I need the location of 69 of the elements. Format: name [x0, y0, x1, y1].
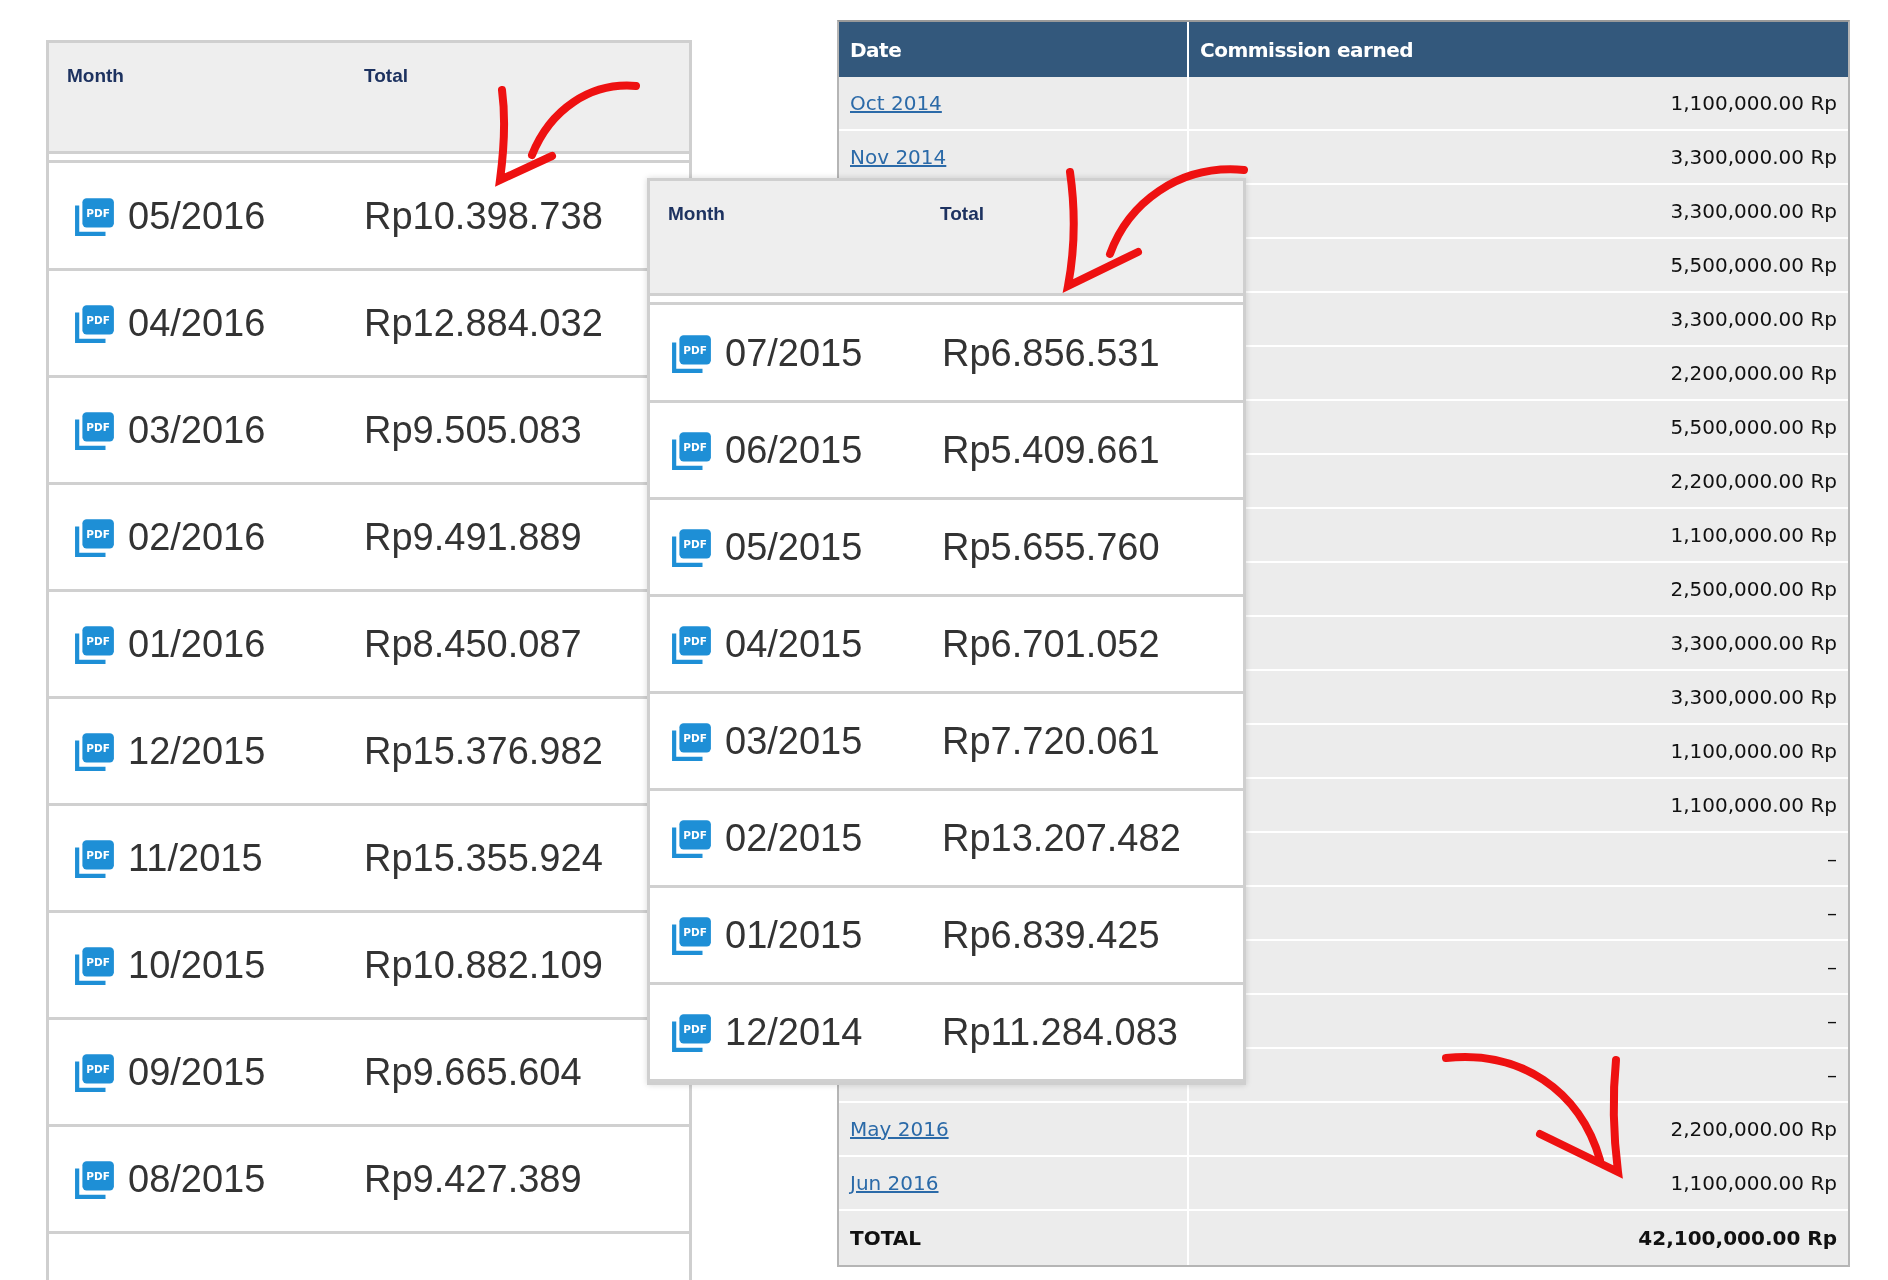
month-text[interactable]: 05/2016 [128, 194, 364, 238]
column-header: Total [940, 203, 984, 225]
column-header: Date [839, 22, 1189, 77]
table-cell: 3,300,000.00 Rp [1670, 307, 1837, 331]
total-text: Rp11.284.083 [942, 1010, 1178, 1054]
month-text[interactable]: 01/2015 [725, 913, 942, 957]
total-text: Rp9.427.389 [364, 1157, 582, 1201]
table-cell: 1,100,000.00 Rp [1670, 523, 1837, 547]
month-text[interactable]: 05/2015 [725, 525, 942, 569]
table-cell: – [1827, 847, 1837, 871]
table-cell: 5,500,000.00 Rp [1670, 253, 1837, 277]
total-text: Rp10.398.738 [364, 194, 603, 238]
table-cell: 3,300,000.00 Rp [1670, 145, 1837, 169]
date-link[interactable]: Jun 2016 [850, 1171, 939, 1195]
month-text[interactable]: 09/2015 [128, 1050, 364, 1094]
column-header: Month [668, 203, 725, 225]
table-cell: 3,300,000.00 Rp [1670, 685, 1837, 709]
column-header: Month [67, 65, 124, 87]
table-cell: – [1827, 1009, 1837, 1033]
total-text: Rp9.505.083 [364, 408, 582, 452]
table-cell: – [1827, 955, 1837, 979]
date-link[interactable]: May 2016 [850, 1117, 949, 1141]
month-text[interactable]: 03/2016 [128, 408, 364, 452]
table-cell: 1,100,000.00 Rp [1670, 91, 1837, 115]
table-cell: – [1827, 901, 1837, 925]
column-header: Commission earned [1199, 36, 1415, 64]
total-label: TOTAL [850, 1226, 921, 1250]
total-text: Rp13.207.482 [942, 816, 1181, 860]
month-text[interactable]: 06/2015 [725, 428, 942, 472]
table-cell: 2,200,000.00 Rp [1670, 361, 1837, 385]
total-amount: 42,100,000.00 Rp [1638, 1226, 1837, 1250]
date-link[interactable]: Oct 2014 [850, 91, 942, 115]
total-text: Rp6.839.425 [942, 913, 1160, 957]
total-text: Rp5.655.760 [942, 525, 1160, 569]
month-text[interactable]: 04/2016 [128, 301, 364, 345]
month-text[interactable]: 08/2015 [128, 1157, 364, 1201]
column-header: Total [364, 65, 408, 87]
month-text[interactable]: 07/2015 [725, 331, 942, 375]
month-text[interactable]: 01/2016 [128, 622, 364, 666]
month-text[interactable]: 11/2015 [128, 836, 364, 880]
date-link[interactable]: Nov 2014 [850, 145, 947, 169]
total-text: Rp6.856.531 [942, 331, 1160, 375]
table-cell: 3,300,000.00 Rp [1670, 199, 1837, 223]
total-text: Rp10.882.109 [364, 943, 603, 987]
month-text[interactable]: 10/2015 [128, 943, 364, 987]
total-text: Rp12.884.032 [364, 301, 603, 345]
table-cell: 1,100,000.00 Rp [1670, 793, 1837, 817]
total-text: Rp5.409.661 [942, 428, 1160, 472]
table-cell: 2,200,000.00 Rp [1670, 469, 1837, 493]
total-text: Rp9.491.889 [364, 515, 582, 559]
total-text: Rp15.355.924 [364, 836, 603, 880]
month-text[interactable]: 02/2016 [128, 515, 364, 559]
table-cell: – [1827, 1063, 1837, 1087]
month-text[interactable]: 12/2015 [128, 729, 364, 773]
month-text[interactable]: 04/2015 [725, 622, 942, 666]
table-cell: 2,200,000.00 Rp [1670, 1117, 1837, 1141]
table-cell: 1,100,000.00 Rp [1670, 739, 1837, 763]
month-text[interactable]: 03/2015 [725, 719, 942, 763]
month-text[interactable]: 12/2014 [725, 1010, 942, 1054]
total-text: Rp6.701.052 [942, 622, 1160, 666]
total-text: Rp8.450.087 [364, 622, 582, 666]
table-cell: 2,500,000.00 Rp [1670, 577, 1837, 601]
month-text[interactable]: 02/2015 [725, 816, 942, 860]
total-text: Rp15.376.982 [364, 729, 603, 773]
total-text: Rp9.665.604 [364, 1050, 582, 1094]
table-cell: 5,500,000.00 Rp [1670, 415, 1837, 439]
table-cell: 1,100,000.00 Rp [1670, 1171, 1837, 1195]
table-cell: 3,300,000.00 Rp [1670, 631, 1837, 655]
total-text: Rp7.720.061 [942, 719, 1160, 763]
